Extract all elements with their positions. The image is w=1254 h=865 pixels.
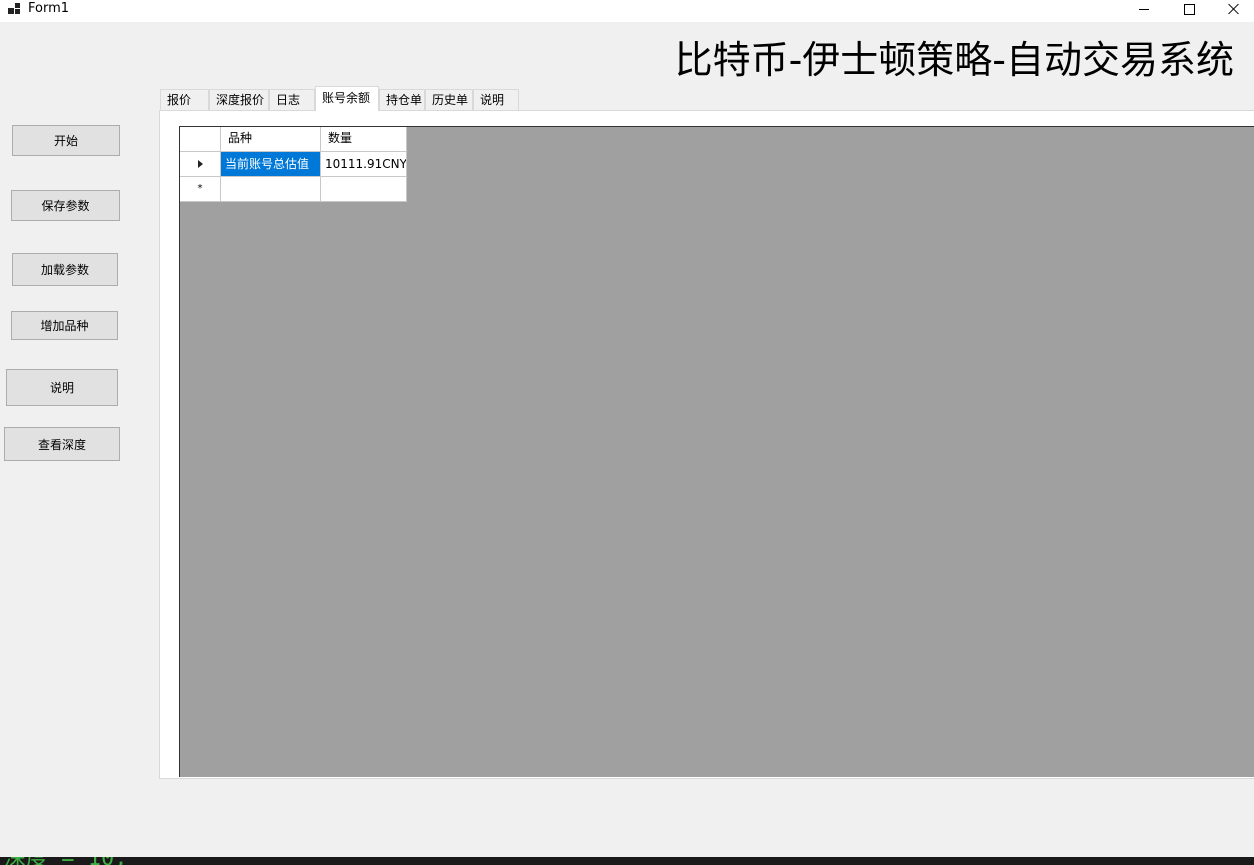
start-button[interactable]: 开始 xyxy=(12,125,120,156)
balance-grid[interactable]: 品种 数量 当前账号总估值 10111.91CNY * xyxy=(179,126,1254,777)
row-header-new[interactable]: * xyxy=(180,177,221,202)
load-params-button[interactable]: 加载参数 xyxy=(12,253,118,286)
tab-depth-quote[interactable]: 深度报价 xyxy=(209,89,269,110)
app-window-icon xyxy=(8,3,20,15)
grid-cell-new-quantity[interactable] xyxy=(321,177,407,202)
new-row-marker: * xyxy=(197,183,203,194)
minimize-button[interactable] xyxy=(1122,0,1166,18)
console-window-strip: 深度 = 10; xyxy=(0,857,1254,865)
maximize-button[interactable] xyxy=(1167,0,1211,18)
tab-account-balance[interactable]: 账号余额 xyxy=(315,86,379,111)
column-header-quantity[interactable]: 数量 xyxy=(321,127,407,152)
maximize-icon xyxy=(1183,3,1195,15)
window-title: Form1 xyxy=(28,1,70,16)
console-text: 深度 = 10; xyxy=(4,857,127,865)
tab-quote[interactable]: 报价 xyxy=(160,89,209,110)
save-params-button[interactable]: 保存参数 xyxy=(11,190,120,221)
title-bar[interactable]: Form1 xyxy=(0,0,1254,22)
view-depth-button[interactable]: 查看深度 xyxy=(4,427,120,461)
minimize-icon xyxy=(1139,8,1149,10)
app-window: Form1 比特币-伊士顿策略-自动交易系统 开始 保存参数 加载参数 增加品种… xyxy=(0,0,1254,865)
close-icon xyxy=(1228,3,1240,15)
page-title: 比特币-伊士顿策略-自动交易系统 xyxy=(674,38,1234,82)
tab-help[interactable]: 说明 xyxy=(473,89,519,110)
grid-cell-quantity[interactable]: 10111.91CNY xyxy=(321,152,407,177)
row-header-current[interactable] xyxy=(180,152,221,177)
tab-log[interactable]: 日志 xyxy=(269,89,315,110)
arrow-right-icon xyxy=(197,160,203,168)
tab-positions[interactable]: 持仓单 xyxy=(379,89,425,110)
help-button[interactable]: 说明 xyxy=(6,369,118,406)
grid-cell-symbol[interactable]: 当前账号总估值 xyxy=(221,152,321,177)
add-symbol-button[interactable]: 增加品种 xyxy=(11,311,118,340)
close-button[interactable] xyxy=(1212,0,1254,18)
tab-history[interactable]: 历史单 xyxy=(425,89,473,110)
column-header-symbol[interactable]: 品种 xyxy=(221,127,321,152)
grid-corner-header[interactable] xyxy=(180,127,221,152)
grid-cell-new-symbol[interactable] xyxy=(221,177,321,202)
tab-page-account-balance: 品种 数量 当前账号总估值 10111.91CNY * xyxy=(159,110,1254,779)
